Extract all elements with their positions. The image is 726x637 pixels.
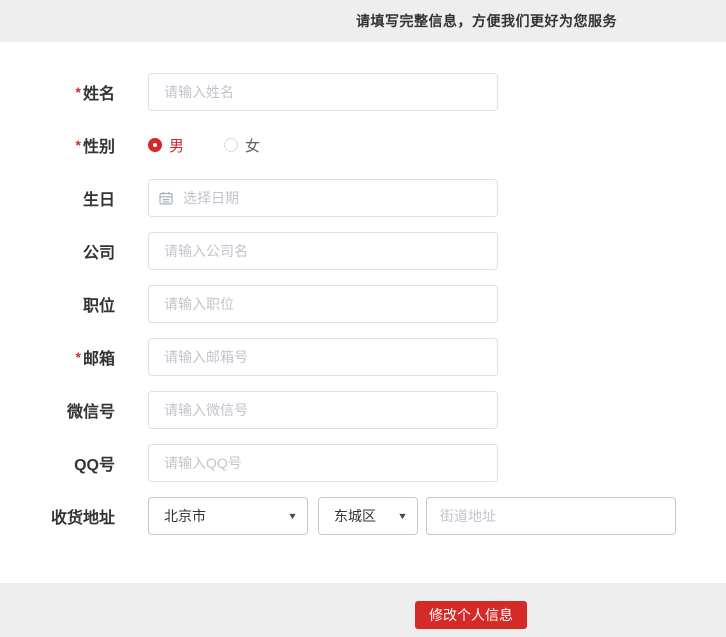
chevron-down-icon: ▼ [397, 511, 408, 521]
notice-text: 请填写完整信息，方便我们更好为您服务 [356, 13, 617, 29]
gender-option-female[interactable]: 女 [224, 135, 260, 156]
gender-male-label: 男 [169, 137, 185, 155]
qq-label: QQ号 [74, 457, 115, 474]
radio-unchecked-icon[interactable] [224, 138, 239, 152]
profile-form: *姓名 *性别 男 女 生日 [0, 42, 726, 583]
chevron-down-icon: ▼ [287, 511, 298, 521]
form-row-wechat: 微信号 [0, 391, 726, 429]
district-select-value: 东城区 [334, 508, 376, 524]
required-asterisk: * [75, 349, 81, 365]
birthday-label: 生日 [82, 192, 115, 209]
email-label: * 邮箱 [75, 349, 115, 368]
form-row-qq: QQ号 [0, 444, 726, 482]
form-row-position: 职位 [0, 285, 726, 323]
wechat-input[interactable] [148, 391, 498, 429]
name-input[interactable] [148, 73, 498, 111]
company-input[interactable] [148, 232, 498, 270]
required-asterisk: * [75, 137, 81, 153]
qq-input[interactable] [148, 444, 498, 482]
form-row-name: * 姓名 [0, 73, 726, 111]
address-label: 收货地址 [50, 510, 115, 527]
gender-radio-group: 男 女 [148, 126, 260, 164]
street-address-input[interactable] [426, 497, 676, 535]
gender-label: * 性别 [75, 137, 115, 156]
top-notice-bar: 请填写完整信息，方便我们更好为您服务 [0, 0, 726, 42]
required-asterisk: * [75, 84, 81, 100]
province-select[interactable]: 北京市 ▼ [148, 497, 308, 535]
gender-option-male[interactable]: 男 [148, 135, 184, 156]
footer-bar: 修改个人信息 [0, 583, 726, 637]
radio-checked-icon[interactable] [148, 138, 162, 152]
email-input[interactable] [148, 338, 498, 376]
form-row-address: 收货地址 北京市 ▼ 东城区 ▼ [0, 497, 726, 535]
company-label: 公司 [82, 245, 115, 262]
district-select[interactable]: 东城区 ▼ [318, 497, 418, 535]
position-input[interactable] [148, 285, 498, 323]
form-row-email: * 邮箱 [0, 338, 726, 376]
wechat-label: 微信号 [66, 404, 115, 421]
gender-female-label: 女 [245, 137, 261, 155]
form-row-birthday: 生日 [0, 179, 726, 217]
name-label: * 姓名 [75, 84, 115, 103]
form-row-company: 公司 [0, 232, 726, 270]
position-label: 职位 [82, 298, 115, 315]
form-row-gender: * 性别 男 女 [0, 126, 726, 164]
update-profile-button[interactable]: 修改个人信息 [415, 601, 527, 629]
birthday-date-input[interactable] [148, 179, 498, 217]
province-select-value: 北京市 [164, 508, 206, 524]
